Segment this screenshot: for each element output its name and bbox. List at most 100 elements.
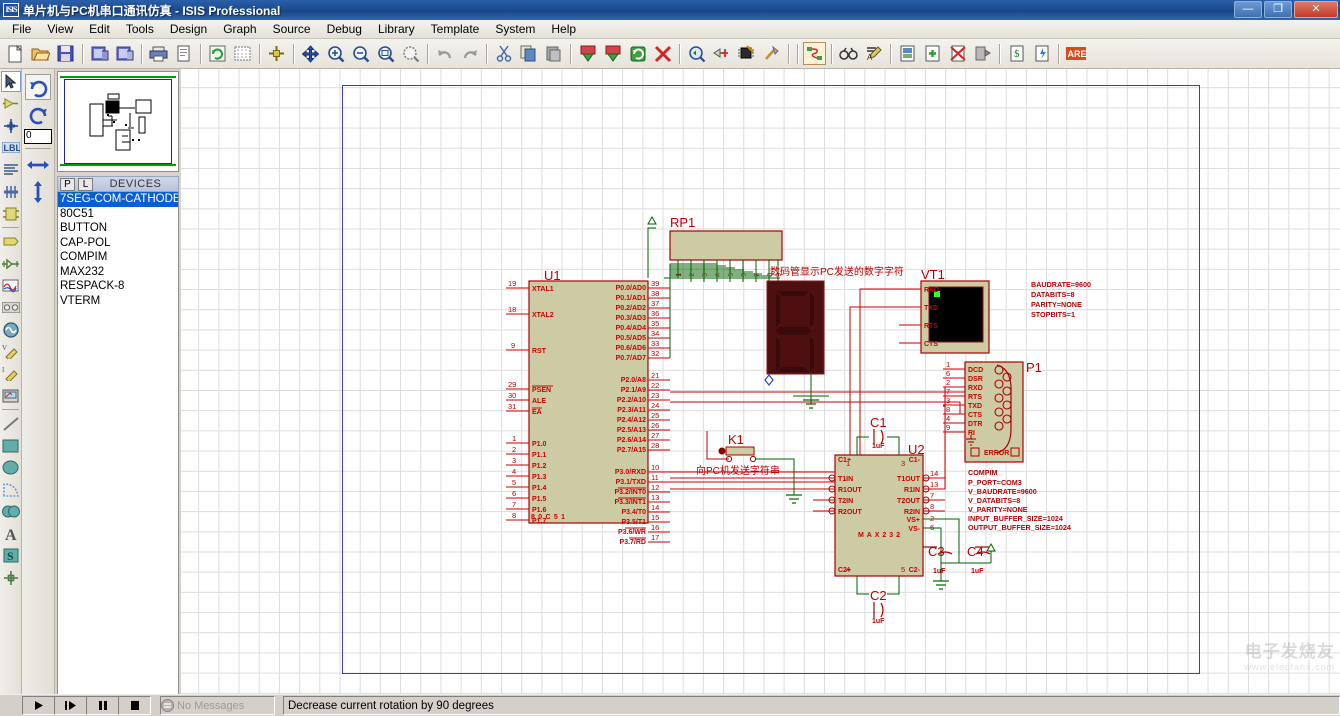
menu-item-template[interactable]: Template — [423, 21, 488, 37]
search-tag-icon[interactable] — [837, 42, 860, 65]
svg-text:P0.1/AD1: P0.1/AD1 — [616, 295, 646, 302]
menu-item-tools[interactable]: Tools — [118, 21, 162, 37]
redo-icon[interactable] — [458, 42, 481, 65]
virtual-instruments-mode-icon[interactable] — [1, 385, 21, 406]
text-tool-icon[interactable]: A — [1, 523, 21, 544]
menu-item-system[interactable]: System — [487, 21, 543, 37]
arc-tool-icon[interactable] — [1, 479, 21, 500]
device-item-80c51[interactable]: 80C51 — [58, 207, 178, 222]
origin-icon[interactable] — [265, 42, 288, 65]
undo-icon[interactable] — [433, 42, 456, 65]
menu-item-file[interactable]: File — [4, 21, 39, 37]
text-script-mode-icon[interactable] — [1, 159, 21, 180]
block-copy-icon[interactable] — [576, 42, 599, 65]
graph-mode-icon[interactable] — [1, 275, 21, 296]
minimize-button[interactable]: — — [1234, 1, 1262, 18]
rotate-clockwise-icon[interactable] — [25, 74, 51, 100]
menu-item-view[interactable]: View — [39, 21, 81, 37]
print-area-icon[interactable] — [172, 42, 195, 65]
rotation-angle-input[interactable]: 0 — [24, 129, 52, 144]
menu-item-edit[interactable]: Edit — [81, 21, 118, 37]
decompose-icon[interactable] — [760, 42, 783, 65]
menu-item-debug[interactable]: Debug — [319, 21, 370, 37]
message-indicator[interactable]: No Messages — [160, 696, 275, 715]
refresh-icon[interactable] — [206, 42, 229, 65]
step-button[interactable] — [54, 696, 87, 715]
line-tool-icon[interactable] — [1, 413, 21, 434]
copy-icon[interactable] — [517, 42, 540, 65]
pause-button[interactable] — [86, 696, 119, 715]
play-button[interactable] — [22, 696, 55, 715]
make-device-icon[interactable] — [710, 42, 733, 65]
pick-device-icon[interactable] — [685, 42, 708, 65]
zoom-all-icon[interactable] — [374, 42, 397, 65]
pan-icon[interactable] — [299, 42, 322, 65]
mirror-vertical-icon[interactable] — [25, 179, 51, 205]
bill-of-materials-icon[interactable]: $ — [1005, 42, 1028, 65]
close-button[interactable]: ✕ — [1294, 1, 1338, 18]
schematic-canvas[interactable]: .pn { font: 7.5px "Liberation Sans", san… — [181, 69, 1340, 694]
device-item-button[interactable]: BUTTON — [58, 221, 178, 236]
box-tool-icon[interactable] — [1, 435, 21, 456]
mirror-horizontal-icon[interactable] — [25, 152, 51, 178]
device-pins-mode-icon[interactable] — [1, 253, 21, 274]
menu-item-design[interactable]: Design — [162, 21, 215, 37]
voltage-probe-mode-icon[interactable]: V — [1, 341, 21, 362]
zoom-area-icon[interactable] — [399, 42, 422, 65]
new-file-icon[interactable] — [4, 42, 27, 65]
maximize-button[interactable]: ❐ — [1264, 1, 1292, 18]
rotate-anticlockwise-icon[interactable] — [25, 101, 51, 127]
current-probe-mode-icon[interactable]: I — [1, 363, 21, 384]
buses-mode-icon[interactable] — [1, 181, 21, 202]
menu-item-source[interactable]: Source — [265, 21, 319, 37]
print-icon[interactable] — [147, 42, 170, 65]
block-delete-icon[interactable] — [651, 42, 674, 65]
design-explorer-icon[interactable] — [896, 42, 919, 65]
menu-item-help[interactable]: Help — [543, 21, 584, 37]
terminals-mode-icon[interactable] — [1, 231, 21, 252]
symbol-tool-icon[interactable]: S — [1, 545, 21, 566]
grid-icon[interactable] — [231, 42, 254, 65]
device-item-max232[interactable]: MAX232 — [58, 265, 178, 280]
property-assignment-icon[interactable]: A — [862, 42, 885, 65]
generator-mode-icon[interactable] — [1, 319, 21, 340]
junction-dot-mode-icon[interactable] — [1, 115, 21, 136]
overview-preview[interactable] — [57, 71, 179, 172]
menu-item-graph[interactable]: Graph — [215, 21, 264, 37]
save-file-icon[interactable] — [54, 42, 77, 65]
block-move-icon[interactable] — [601, 42, 624, 65]
remove-sheet-icon[interactable] — [946, 42, 969, 65]
path-tool-icon[interactable] — [1, 501, 21, 522]
wire-label-mode-icon[interactable]: LBL — [1, 137, 21, 158]
tape-recorder-mode-icon[interactable] — [1, 297, 21, 318]
paste-icon[interactable] — [542, 42, 565, 65]
device-item-7seg-com-cathode[interactable]: 7SEG-COM-CATHODE — [58, 192, 178, 207]
zoom-in-icon[interactable] — [324, 42, 347, 65]
export-section-icon[interactable] — [113, 42, 136, 65]
device-item-compim[interactable]: COMPIM — [58, 250, 178, 265]
device-item-respack-8[interactable]: RESPACK-8 — [58, 279, 178, 294]
circle-tool-icon[interactable] — [1, 457, 21, 478]
pick-device-p-button[interactable]: P — [60, 177, 75, 191]
library-l-button[interactable]: L — [78, 177, 93, 191]
exit-sheet-icon[interactable] — [971, 42, 994, 65]
zoom-out-icon[interactable] — [349, 42, 372, 65]
block-rotate-icon[interactable] — [626, 42, 649, 65]
wire-autorouter-icon[interactable] — [803, 42, 826, 65]
open-file-icon[interactable] — [29, 42, 52, 65]
selection-mode-icon[interactable] — [0, 71, 21, 92]
devices-list[interactable]: 7SEG-COM-CATHODE 80C51 BUTTON CAP-POL CO… — [57, 192, 179, 716]
cut-icon[interactable] — [492, 42, 515, 65]
component-mode-icon[interactable] — [1, 93, 21, 114]
device-item-vterm[interactable]: VTERM — [58, 294, 178, 309]
stop-button[interactable] — [118, 696, 151, 715]
new-sheet-icon[interactable] — [921, 42, 944, 65]
import-section-icon[interactable] — [88, 42, 111, 65]
marker-tool-icon[interactable] — [1, 567, 21, 588]
netlist-to-ares-icon[interactable]: ARES — [1064, 42, 1087, 65]
subcircuit-mode-icon[interactable] — [1, 203, 21, 224]
packaging-tool-icon[interactable] — [735, 42, 758, 65]
electrical-rules-check-icon[interactable] — [1030, 42, 1053, 65]
menu-item-library[interactable]: Library — [370, 21, 423, 37]
device-item-cap-pol[interactable]: CAP-POL — [58, 236, 178, 251]
